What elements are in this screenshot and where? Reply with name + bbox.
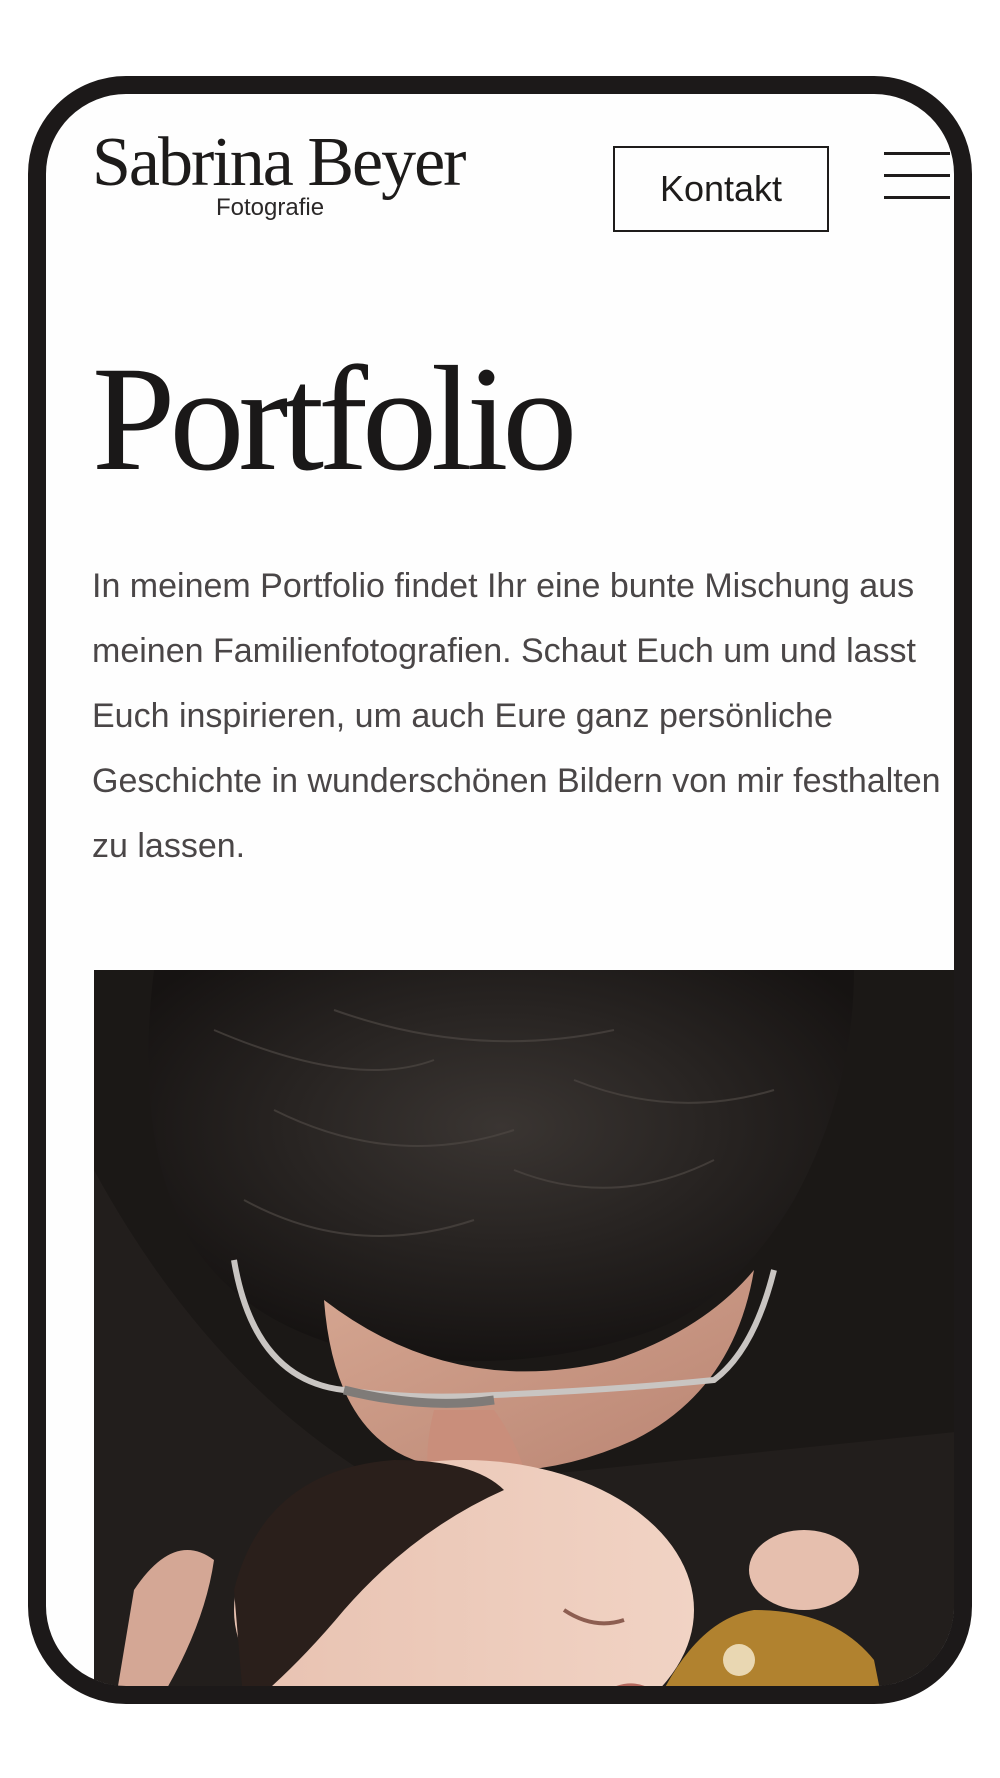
site-header: Sabrina Beyer Fotografie Kontakt [46, 94, 954, 244]
hamburger-menu-icon[interactable] [884, 152, 950, 200]
contact-button[interactable]: Kontakt [613, 146, 829, 232]
brand-logo[interactable]: Sabrina Beyer Fotografie [92, 124, 466, 222]
photo-illustration [94, 970, 954, 1686]
page-title: Portfolio [92, 336, 577, 502]
intro-text: In meinem Portfolio findet Ihr eine bunt… [92, 567, 941, 865]
phone-frame: Sabrina Beyer Fotografie Kontakt Portfol… [28, 76, 972, 1704]
brand-name: Sabrina Beyer [92, 124, 466, 201]
portfolio-photo [94, 970, 954, 1686]
